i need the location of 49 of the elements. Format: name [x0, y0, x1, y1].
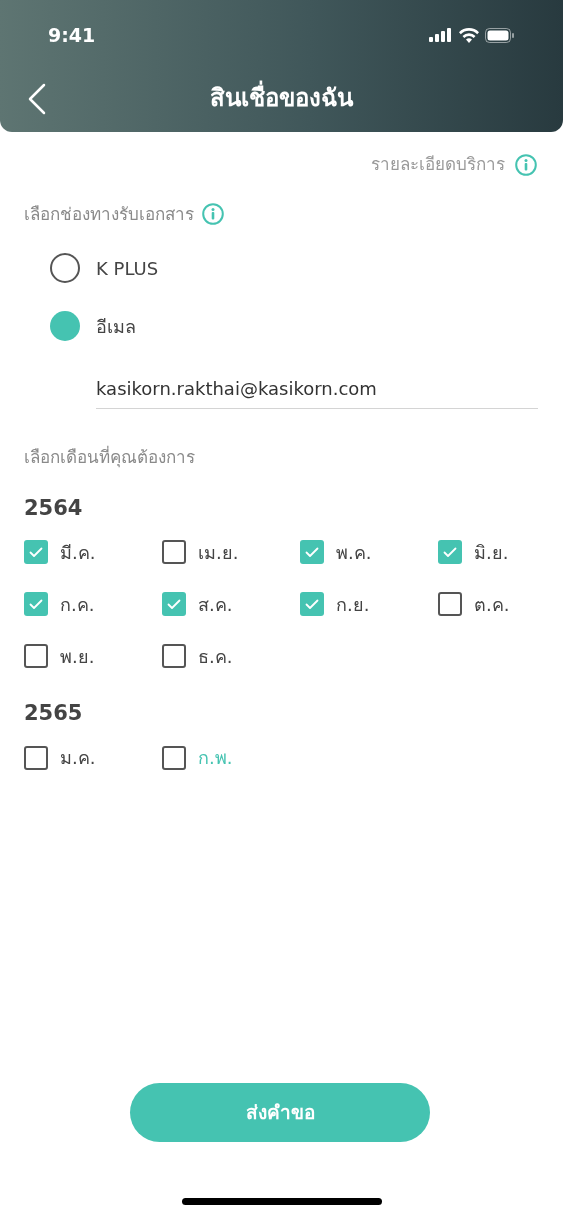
- checkbox[interactable]: [162, 644, 186, 668]
- info-icon[interactable]: [515, 153, 537, 176]
- year-heading: 2565: [24, 700, 83, 727]
- check-icon: [305, 546, 319, 558]
- wifi-icon: [459, 27, 479, 43]
- month-label: มี.ค.: [60, 540, 96, 565]
- checkbox[interactable]: [162, 592, 186, 616]
- checkbox[interactable]: [24, 592, 48, 616]
- service-details-link[interactable]: รายละเอียดบริการ: [371, 152, 505, 178]
- month-label: พ.ย.: [60, 644, 95, 669]
- check-icon: [29, 598, 43, 610]
- checkbox[interactable]: [24, 745, 48, 770]
- month-label: ม.ค.: [60, 746, 96, 770]
- section-label: เลือกช่องทางรับเอกสาร: [24, 202, 194, 226]
- check-icon: [29, 546, 43, 558]
- check-icon: [443, 546, 457, 558]
- email-field[interactable]: kasikorn.rakthai@kasikorn.com: [96, 375, 538, 409]
- month-label: มิ.ย.: [474, 540, 509, 565]
- month-label: ก.พ.: [198, 746, 233, 770]
- month-label: เม.ย.: [198, 540, 239, 565]
- back-icon: [28, 83, 46, 115]
- radio-button[interactable]: [50, 311, 80, 341]
- month-label: ก.ค.: [60, 592, 95, 617]
- checkbox[interactable]: [438, 592, 462, 616]
- status-time: 9:41: [48, 22, 96, 48]
- option-label: อีเมล: [96, 314, 136, 339]
- checkbox[interactable]: [24, 540, 48, 564]
- radio-button[interactable]: [50, 253, 80, 283]
- checkbox[interactable]: [438, 540, 462, 564]
- month-label: ธ.ค.: [198, 644, 233, 669]
- option-label: K PLUS: [96, 256, 159, 281]
- checkbox[interactable]: [300, 592, 324, 616]
- year-heading: 2564: [24, 494, 83, 522]
- battery-icon: [485, 27, 515, 43]
- section-label: เลือกเดือนที่คุณต้องการ: [24, 447, 195, 467]
- month-label: ก.ย.: [336, 592, 370, 617]
- signal-icon: [429, 28, 453, 42]
- checkbox[interactable]: [24, 644, 48, 668]
- check-icon: [167, 598, 181, 610]
- check-icon: [305, 598, 319, 610]
- month-label: พ.ค.: [336, 540, 372, 565]
- checkbox[interactable]: [300, 540, 324, 564]
- checkbox[interactable]: [162, 745, 186, 770]
- page-title: สินเชื่อของฉัน: [210, 80, 353, 116]
- checkbox[interactable]: [162, 540, 186, 564]
- month-label: ส.ค.: [198, 592, 233, 617]
- month-label: ต.ค.: [474, 592, 510, 617]
- info-icon[interactable]: [202, 203, 224, 226]
- submit-button[interactable]: ส่งคำขอ: [130, 1083, 430, 1142]
